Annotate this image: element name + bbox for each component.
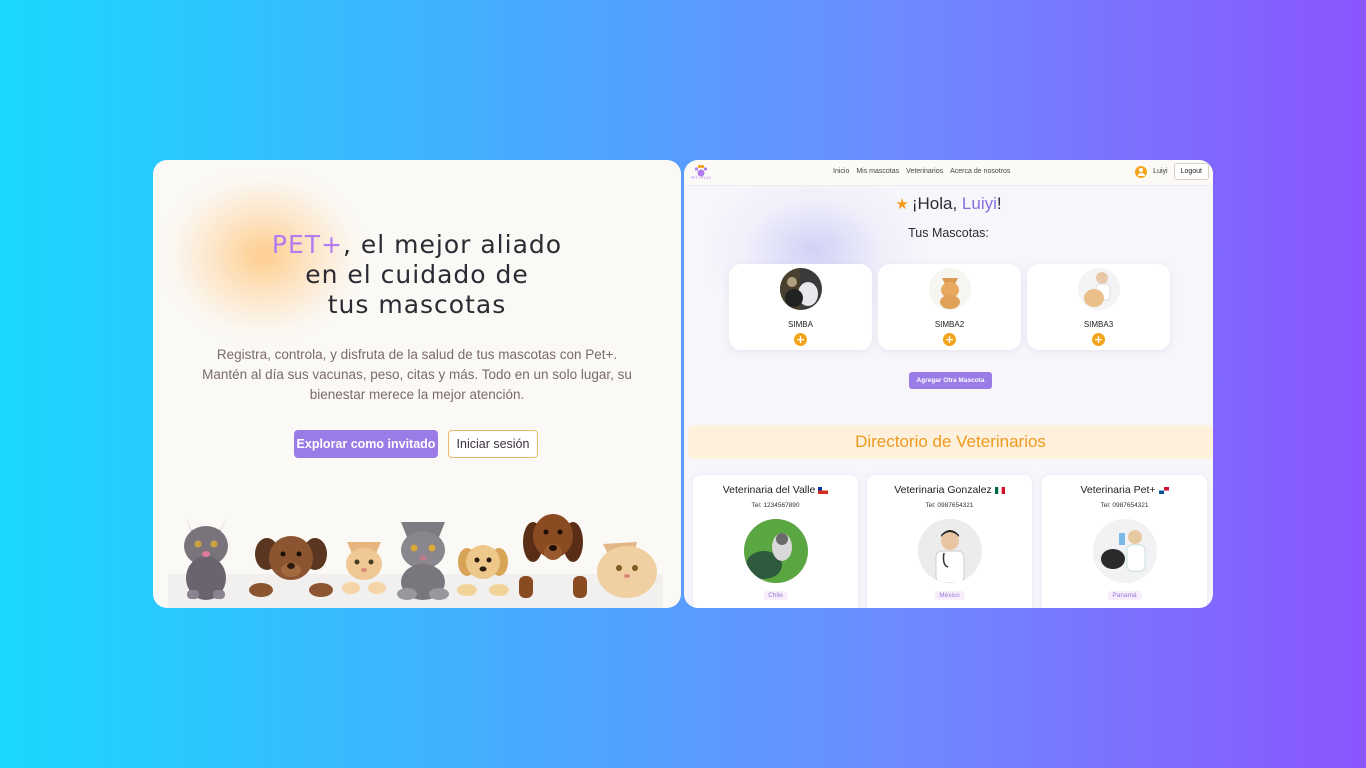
pet-photo-simba2 xyxy=(928,268,971,310)
add-icon[interactable]: + xyxy=(943,333,956,346)
app-logo[interactable]: PET+PLUS xyxy=(690,163,712,183)
persian-cat-image xyxy=(597,542,657,598)
brand-name: PET+ xyxy=(271,230,343,259)
nav-mis-mascotas[interactable]: Mis mascotas xyxy=(856,168,899,175)
dashboard-panel: PET+PLUS Inicio Mis mascotas Veterinario… xyxy=(684,160,1213,608)
pet-name: SIMBA xyxy=(788,320,813,329)
pets-hero-image xyxy=(153,498,681,608)
pet-photo-simba xyxy=(779,268,822,310)
vet-name: Veterinaria del Valle xyxy=(693,484,858,496)
pet-avatar xyxy=(928,268,971,310)
brown-puppy-image xyxy=(249,536,333,597)
vet-photo-image xyxy=(917,519,982,583)
hero-description: Registra, controla, y disfruta de la sal… xyxy=(202,347,632,402)
grey-cat-image xyxy=(397,522,449,600)
vet-name: Veterinaria Gonzalez xyxy=(867,484,1032,496)
nav-veterinarios[interactable]: Veterinarios xyxy=(906,168,943,175)
vet-photo xyxy=(1092,519,1157,583)
pet-card[interactable]: SIMBA3 + xyxy=(1027,264,1170,350)
vet-card[interactable]: Veterinaria Gonzalez Tel: 0987654321 Méx… xyxy=(867,475,1032,608)
hero-title: PET+, el mejor aliado en el cuidado de t… xyxy=(271,230,563,319)
panama-flag-icon xyxy=(1158,486,1169,494)
vet-country: México xyxy=(934,591,965,600)
user-avatar-icon[interactable] xyxy=(1135,165,1148,178)
vet-photo-image xyxy=(743,519,808,583)
vet-directory-title: Directorio de Veterinarios xyxy=(688,425,1213,459)
pet-card[interactable]: SIMBA + xyxy=(729,264,872,350)
add-icon[interactable]: + xyxy=(1092,333,1105,346)
greeting-username: Luiyi xyxy=(961,194,997,213)
mexico-flag-icon xyxy=(994,486,1005,494)
vet-phone: Tel: 0987654321 xyxy=(925,502,974,509)
landing-panel: PET+, el mejor aliado en el cuidado de t… xyxy=(153,160,681,608)
vet-photo xyxy=(743,519,808,583)
dachshund-image xyxy=(519,514,587,598)
pet-photo-simba3 xyxy=(1077,268,1120,310)
add-icon[interactable]: + xyxy=(794,333,807,346)
add-pet-button[interactable]: Agregar Otra Mascota xyxy=(909,372,992,389)
navbar: PET+PLUS Inicio Mis mascotas Veterinario… xyxy=(684,160,1213,186)
nav-acerca[interactable]: Acerca de nosotros xyxy=(950,168,1010,175)
logout-button[interactable]: Logout xyxy=(1173,163,1209,180)
pet-name: SIMBA2 xyxy=(934,320,965,329)
vet-card[interactable]: Veterinaria Pet+ Tel: 0987654321 Panamá xyxy=(1042,475,1207,608)
nav-links: Inicio Mis mascotas Veterinarios Acerca … xyxy=(833,168,1010,175)
pet-avatar xyxy=(779,268,822,310)
vet-country: Chile xyxy=(763,591,788,600)
pets-heading: Tus Mascotas: xyxy=(908,226,989,240)
vet-phone: Tel: 1234567890 xyxy=(751,502,800,509)
vet-phone: Tel: 0987654321 xyxy=(1100,502,1149,509)
nav-inicio[interactable]: Inicio xyxy=(833,168,849,175)
chile-flag-icon xyxy=(818,486,829,494)
pet-avatar xyxy=(1077,268,1120,310)
vet-photo-image xyxy=(1092,519,1157,583)
user-area: Luiyi Logout xyxy=(1135,163,1209,180)
vet-name: Veterinaria Pet+ xyxy=(1042,484,1207,496)
golden-puppy-image xyxy=(457,545,509,596)
vet-country: Panamá xyxy=(1107,591,1142,600)
explore-as-guest-button[interactable]: Explorar como invitado xyxy=(294,430,438,458)
vet-photo xyxy=(917,519,982,583)
grey-kitten-image xyxy=(184,516,228,600)
greeting: ★ ¡Hola, Luiyi! xyxy=(895,194,1002,213)
logo-text: PET+PLUS xyxy=(690,176,712,180)
pet-name: SIMBA3 xyxy=(1083,320,1114,329)
pet-card[interactable]: SIMBA2 + xyxy=(878,264,1021,350)
ginger-kitten-image xyxy=(342,542,386,594)
vet-card[interactable]: Veterinaria del Valle Tel: 1234567890 Ch… xyxy=(693,475,858,608)
login-button[interactable]: Iniciar sesión xyxy=(448,430,538,458)
star-icon: ★ xyxy=(895,196,909,213)
user-name: Luiyi xyxy=(1153,168,1168,175)
